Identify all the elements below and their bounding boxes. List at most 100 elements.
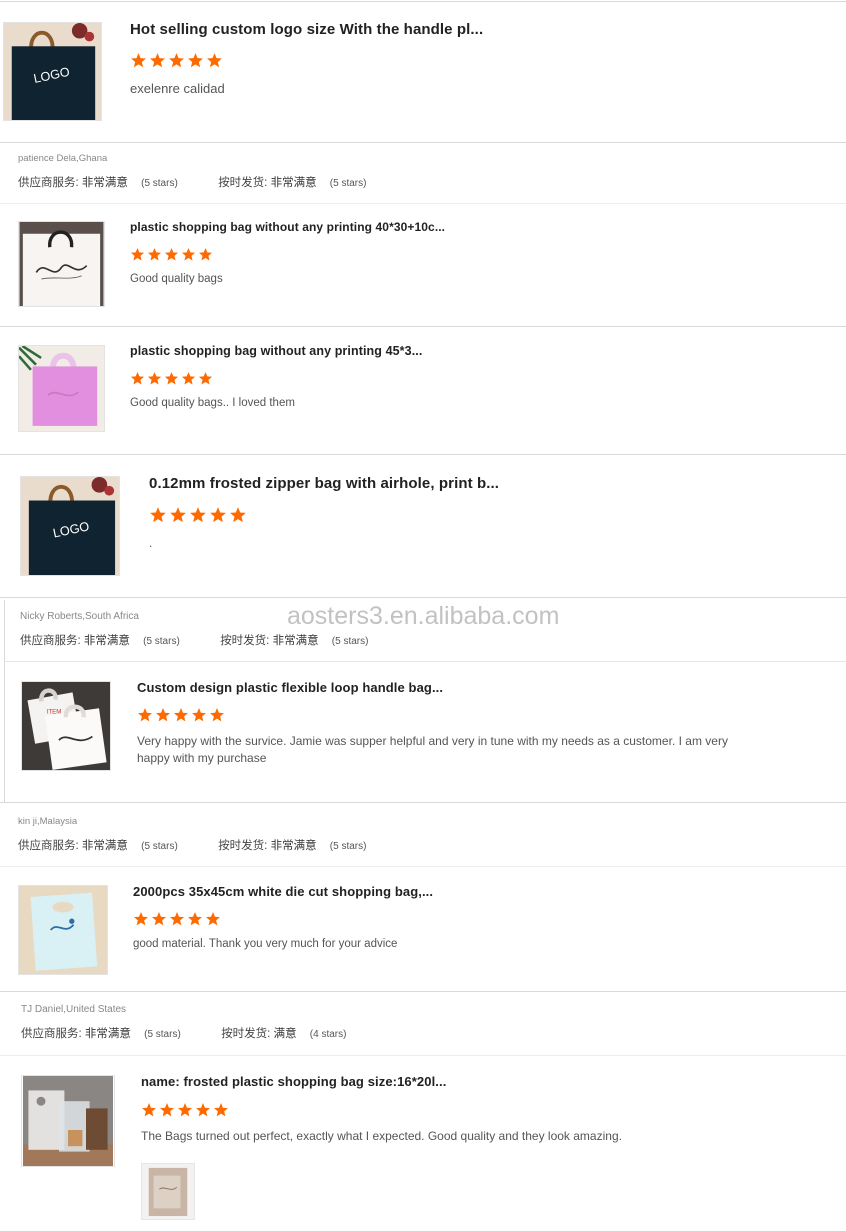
pink-bag-icon — [19, 346, 104, 431]
ship-count: (5 stars) — [331, 636, 369, 647]
service-label: 供应商服务: — [20, 635, 81, 647]
buyer-name: Nicky Roberts,South Africa — [20, 611, 139, 622]
service-value: 非常满意 — [81, 177, 128, 189]
review-text: . — [149, 536, 153, 550]
product-thumbnail[interactable] — [18, 221, 105, 307]
star-icon — [170, 507, 186, 523]
product-thumbnail[interactable] — [18, 345, 105, 432]
star-icon — [150, 507, 166, 523]
review-text: good material. Thank you very much for y… — [133, 938, 398, 950]
service-count: (5 stars) — [141, 841, 178, 852]
star-rating — [137, 707, 225, 723]
service-value: 非常满意 — [84, 1028, 131, 1040]
divider — [0, 597, 846, 598]
star-icon — [156, 708, 170, 722]
divider — [0, 802, 846, 803]
star-icon — [169, 53, 184, 68]
product-thumbnail[interactable] — [21, 1075, 115, 1167]
review-text: Good quality bags — [130, 273, 223, 285]
review-text: Very happy with the survice. Jamie was s… — [137, 734, 728, 765]
ship-label: 按时发货: — [218, 177, 268, 189]
ship-count: (5 stars) — [329, 178, 367, 189]
white-script-bag-icon — [19, 222, 104, 306]
star-rating — [130, 371, 213, 386]
product-thumbnail[interactable] — [18, 885, 108, 975]
star-rating — [130, 52, 223, 69]
star-icon — [130, 247, 145, 261]
star-icon — [134, 912, 148, 926]
star-icon — [188, 912, 202, 926]
review-photo[interactable] — [141, 1163, 195, 1220]
star-icon — [181, 247, 196, 261]
star-icon — [210, 708, 224, 722]
loop-handle-bags-icon: ITEM — [22, 682, 110, 770]
star-icon — [147, 247, 162, 261]
buyer-ratings: 供应商服务: 非常满意 (5 stars) 按时发货: 非常满意 (5 star… — [18, 837, 366, 853]
service-label: 供应商服务: — [18, 177, 79, 189]
divider — [0, 142, 846, 143]
star-icon — [131, 53, 146, 68]
service-count: (5 stars) — [143, 636, 180, 647]
star-icon — [190, 507, 206, 523]
product-title[interactable]: 0.12mm frosted zipper bag with airhole, … — [149, 475, 499, 492]
ship-label: 按时发货: — [220, 635, 270, 647]
divider — [0, 1055, 846, 1056]
star-icon — [207, 53, 222, 68]
service-value: 非常满意 — [81, 840, 128, 852]
star-icon — [210, 507, 226, 523]
product-thumbnail[interactable]: ITEM — [21, 681, 111, 771]
ship-value: 非常满意 — [270, 840, 317, 852]
product-title[interactable]: plastic shopping bag without any printin… — [130, 344, 422, 358]
product-title[interactable]: plastic shopping bag without any printin… — [130, 220, 445, 234]
review-text: Good quality bags.. I loved them — [130, 397, 295, 409]
buyer-name: kin ji,Malaysia — [18, 816, 78, 827]
blue-die-cut-bag-icon — [19, 886, 107, 974]
divider — [0, 203, 846, 204]
product-title[interactable]: Custom design plastic flexible loop hand… — [137, 680, 443, 695]
ship-label: 按时发货: — [221, 1028, 271, 1040]
ship-value: 非常满意 — [270, 177, 317, 189]
buyer-name: TJ Daniel,United States — [21, 1004, 127, 1015]
divider — [0, 1, 846, 2]
ship-count: (4 stars) — [309, 1029, 347, 1040]
star-icon — [160, 1103, 174, 1117]
star-rating — [149, 506, 247, 524]
divider — [0, 326, 846, 327]
star-icon — [188, 53, 203, 68]
service-count: (5 stars) — [141, 178, 178, 189]
star-icon — [150, 53, 165, 68]
star-icon — [206, 912, 220, 926]
product-title[interactable]: Hot selling custom logo size With the ha… — [130, 21, 483, 38]
product-title[interactable]: name: frosted plastic shopping bag size:… — [141, 1074, 446, 1089]
product-thumbnail[interactable]: LOGO — [20, 476, 120, 576]
star-rating — [133, 911, 221, 927]
star-icon — [178, 1103, 192, 1117]
ship-label: 按时发货: — [218, 840, 268, 852]
star-icon — [142, 1103, 156, 1117]
buyer-ratings: 供应商服务: 非常满意 (5 stars) 按时发货: 满意 (4 stars) — [21, 1025, 346, 1041]
buyer-ratings: 供应商服务: 非常满意 (5 stars) 按时发货: 非常满意 (5 star… — [20, 632, 368, 648]
navy-logo-bag-icon: LOGO — [21, 477, 119, 575]
star-icon — [181, 371, 196, 385]
star-icon — [174, 708, 188, 722]
star-icon — [164, 247, 179, 261]
product-title[interactable]: 2000pcs 35x45cm white die cut shopping b… — [133, 884, 433, 899]
divider — [4, 600, 5, 802]
product-thumbnail[interactable]: LOGO — [3, 22, 102, 121]
divider — [4, 661, 846, 662]
buyer-ratings: 供应商服务: 非常满意 (5 stars) 按时发货: 非常满意 (5 star… — [18, 174, 366, 190]
star-icon — [196, 1103, 210, 1117]
buyer-name: patience Dela,Ghana — [18, 153, 108, 164]
star-icon — [192, 708, 206, 722]
ship-value: 满意 — [273, 1028, 297, 1040]
review-text: The Bags turned out perfect, exactly wha… — [141, 1129, 622, 1143]
divider — [0, 991, 846, 992]
star-icon — [152, 912, 166, 926]
star-icon — [198, 247, 213, 261]
ship-value: 非常满意 — [272, 635, 319, 647]
ship-count: (5 stars) — [329, 841, 367, 852]
service-label: 供应商服务: — [18, 840, 79, 852]
star-icon — [170, 912, 184, 926]
review-text: exelenre calidad — [130, 81, 225, 96]
frosted-bag-photo-icon — [142, 1164, 194, 1219]
